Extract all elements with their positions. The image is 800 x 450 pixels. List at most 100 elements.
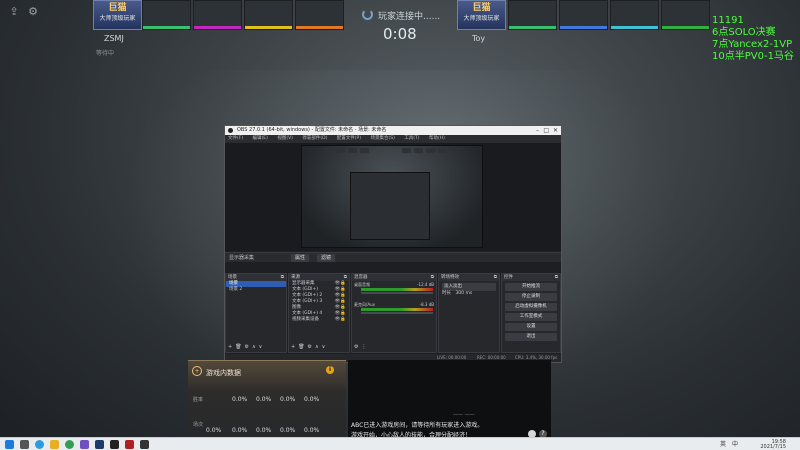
source-label: 文本 (GDI+) 4 (292, 311, 323, 316)
start-streaming-button[interactable]: 开始推流 (505, 283, 557, 291)
slot-color-bar (143, 26, 190, 29)
volume-slider[interactable] (361, 312, 433, 314)
obs-preview-canvas[interactable] (301, 145, 483, 248)
folder-icon[interactable] (50, 440, 59, 449)
menu-docks[interactable]: 停靠部件(D) (302, 136, 327, 141)
source-controls[interactable]: +🗑⚙∧∨ (291, 344, 328, 350)
hero-slot[interactable] (193, 0, 242, 30)
ime-indicator[interactable]: 英 (720, 440, 726, 449)
clock-date: 2021/7/15 (760, 444, 786, 450)
connection-status: 玩家连接中...... (378, 12, 441, 22)
search-icon[interactable] (20, 440, 29, 449)
studio-mode-button[interactable]: 工作室模式 (505, 313, 557, 321)
expand-icon[interactable]: + (192, 366, 202, 376)
slot-color-bar (194, 26, 241, 29)
source-label: 视频采集设备 (292, 317, 319, 322)
obs-title-bar[interactable]: OBS 27.0.1 (64-bit, windows) - 配置文件: 未命名… (225, 126, 561, 135)
source-label: 文本 (GDI+) 3 (292, 299, 323, 304)
volume-slider[interactable] (361, 292, 433, 294)
visibility-lock-icon[interactable]: 👁🔒 (335, 317, 346, 323)
edge-icon[interactable] (35, 440, 44, 449)
stop-recording-button[interactable]: 停止录制 (505, 293, 557, 301)
close-icon[interactable]: ✕ (553, 126, 558, 135)
sources-dock-header: 来源 ⧉ (289, 274, 349, 281)
minimize-icon[interactable]: – (536, 126, 539, 135)
hero-slot[interactable] (559, 0, 608, 30)
dock-undock-icon[interactable]: ⧉ (344, 274, 347, 281)
stat-value: 0.0% (304, 427, 320, 434)
transitions-title: 转场特效 (441, 275, 459, 280)
schedule-line: 11191 (712, 15, 744, 26)
lang-indicator[interactable]: 中 (732, 440, 738, 449)
obs-docks: 场景 ⧉ 场景 场景 2 +🗑⚙∧∨ 来源 ⧉ 显示器采集 👁🔒 文本 (GDI+) 👁… (225, 273, 561, 353)
gear-icon[interactable]: ⚙ (27, 6, 39, 18)
scene-controls[interactable]: +🗑⚙∧∨ (228, 344, 265, 350)
settings-button[interactable]: 设置 (505, 323, 557, 331)
nested-preview (350, 172, 430, 240)
menu-view[interactable]: 视图(V) (277, 136, 293, 141)
game-taskbar-icon[interactable] (125, 440, 134, 449)
menu-help[interactable]: 帮助(H) (429, 136, 445, 141)
menu-scene-collection[interactable]: 场景集合(S) (370, 136, 394, 141)
maximize-icon[interactable]: □ (543, 126, 549, 135)
selected-source-label: 显示器采集 (229, 255, 255, 261)
track-db: -12.4 dB (417, 282, 434, 287)
transition-select[interactable]: 淡入淡出 (442, 283, 496, 291)
dock-undock-icon[interactable]: ⧉ (494, 274, 497, 281)
slot-color-bar (245, 26, 292, 29)
properties-button[interactable]: 属性 (291, 254, 310, 262)
menu-tools[interactable]: 工具(T) (404, 136, 419, 141)
filters-button[interactable]: 滤镜 (317, 254, 336, 262)
steam-icon[interactable] (95, 440, 104, 449)
stats-row-label: 场次 (193, 422, 204, 428)
duration-value[interactable]: 300 ms (455, 291, 472, 296)
start-icon[interactable] (5, 440, 14, 449)
controls-dock: 控件 ⧉ 开始推流 停止录制 启动虚拟摄像机 工作室模式 设置 退出 (501, 273, 561, 353)
obs-window[interactable]: OBS 27.0.1 (64-bit, windows) - 配置文件: 未命名… (224, 125, 562, 363)
hero-slot[interactable] (610, 0, 659, 30)
stat-value: 0.0% (280, 427, 296, 434)
virtual-camera-button[interactable]: 启动虚拟摄像机 (505, 303, 557, 311)
obs-preview-area[interactable] (225, 143, 561, 251)
clock[interactable]: 19:58 2021/7/15 (746, 440, 786, 450)
info-icon[interactable]: i (326, 366, 334, 374)
app-icon[interactable] (140, 440, 149, 449)
mixer-controls[interactable]: ⚙⋮ (354, 344, 369, 350)
player-right-avatar[interactable]: 巨猫 大师顶级玩家 (457, 0, 506, 30)
source-item[interactable]: 视频采集设备 👁🔒 (289, 317, 349, 323)
source-label: 文本 (GDI+) 2 (292, 293, 323, 298)
stat-value: 0.0% (232, 396, 248, 403)
controls-title: 控件 (504, 275, 513, 280)
volume-meter (361, 308, 433, 311)
upload-icon[interactable]: ⇪ (8, 6, 20, 18)
mixer-dock: 混音器 ⧉ 桌面音频 -12.4 dB 麦克风/Aux -8.3 dB ⚙⋮ (351, 273, 437, 353)
preview-slot (348, 148, 357, 153)
hero-slot[interactable] (244, 0, 293, 30)
player-left-avatar[interactable]: 巨猫 大师顶级玩家 (93, 0, 142, 30)
obs-taskbar-icon[interactable] (110, 440, 119, 449)
schedule-overlay-text: 11191 6点SOLO决赛 7点Yancex2-1VP 10点半PV0-1马谷 (712, 15, 794, 63)
exit-button[interactable]: 退出 (505, 333, 557, 341)
transitions-dock: 转场特效 ⧉ 淡入淡出 时长 300 ms (438, 273, 500, 353)
slot-color-bar (560, 26, 607, 29)
dock-undock-icon[interactable]: ⧉ (555, 274, 558, 281)
dock-undock-icon[interactable]: ⧉ (431, 274, 434, 281)
stat-value: 0.0% (232, 427, 248, 434)
volume-meter (361, 288, 433, 291)
scene-item[interactable]: 场景 2 (226, 287, 286, 293)
app-icon[interactable] (80, 440, 89, 449)
source-label: 文本 (GDI+) (292, 287, 318, 292)
hero-slot[interactable] (295, 0, 344, 30)
duration-label: 时长 (442, 291, 451, 296)
menu-profile[interactable]: 配置文件(P) (337, 136, 361, 141)
mixer-track: 麦克风/Aux -8.3 dB (352, 301, 436, 315)
dock-undock-icon[interactable]: ⧉ (281, 274, 284, 281)
chrome-icon[interactable] (65, 440, 74, 449)
menu-file[interactable]: 文件(F) (228, 136, 243, 141)
mixer-dock-header: 混音器 ⧉ (352, 274, 436, 281)
hero-slot[interactable] (142, 0, 191, 30)
hero-slot[interactable] (508, 0, 557, 30)
track-db: -8.3 dB (419, 302, 434, 307)
menu-edit[interactable]: 编辑(E) (253, 136, 268, 141)
hero-slot[interactable] (661, 0, 710, 30)
